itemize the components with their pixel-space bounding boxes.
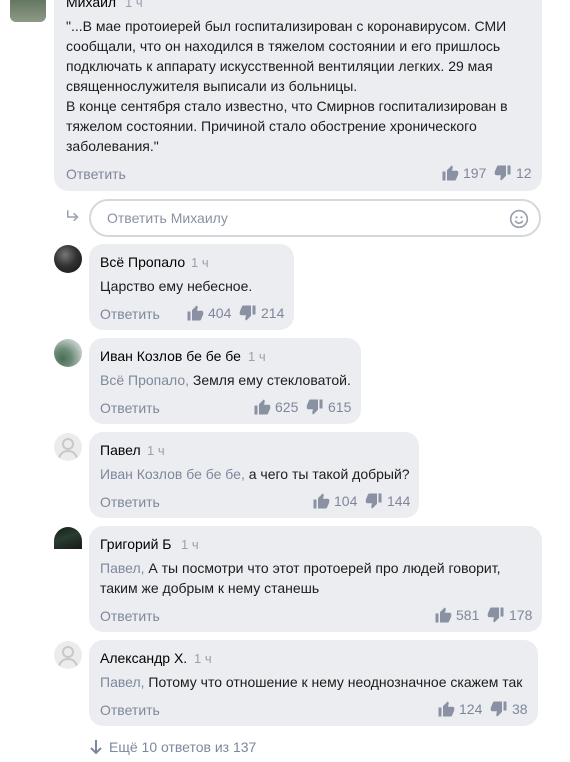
thumb-down-icon xyxy=(306,398,324,416)
dislike-count: 178 xyxy=(509,607,533,623)
reply-box[interactable] xyxy=(89,199,541,237)
comment-author[interactable]: Григорий Б xyxy=(100,536,172,552)
like-count: 625 xyxy=(275,399,299,415)
reply-to-mention[interactable]: Павел, xyxy=(100,674,145,690)
like-button[interactable]: 124 xyxy=(437,700,482,718)
comment-text: Всё Пропало, Земля ему стекловатой. xyxy=(100,370,351,390)
reply-button[interactable]: Ответить xyxy=(100,702,160,718)
user-placeholder-icon xyxy=(58,646,78,667)
thumb-down-icon xyxy=(490,700,508,718)
arrow-down-icon xyxy=(90,740,102,755)
comment-body: Потому что отношение к нему неоднозначно… xyxy=(148,674,523,690)
avatar[interactable] xyxy=(54,641,82,669)
thumb-up-icon xyxy=(437,700,455,718)
comment-author[interactable]: Павел xyxy=(100,442,141,458)
thumb-down-icon xyxy=(487,606,505,624)
comment-body: а чего ты такой добрый? xyxy=(248,466,410,482)
dislike-count: 615 xyxy=(328,399,352,415)
avatar[interactable] xyxy=(54,245,82,273)
avatar[interactable] xyxy=(54,433,82,461)
thumb-down-icon xyxy=(365,492,383,510)
comment-body: А ты посмотри что этот протоерей про люд… xyxy=(100,560,501,596)
thumb-up-icon xyxy=(186,304,204,322)
avatar[interactable] xyxy=(10,0,46,22)
comment-body: Земля ему стекловатой. xyxy=(192,372,351,388)
dislike-count: 12 xyxy=(516,165,532,181)
reply-button[interactable]: Ответить xyxy=(100,494,160,510)
like-button[interactable]: 581 xyxy=(434,606,479,624)
thumb-up-icon xyxy=(434,606,452,624)
like-count: 404 xyxy=(208,305,232,321)
like-button[interactable]: 197 xyxy=(441,164,486,182)
comment-author[interactable]: Иван Козлов бе бе бе xyxy=(100,348,241,364)
dislike-count: 144 xyxy=(387,493,411,509)
comment-time: 1 ч xyxy=(191,255,209,270)
comment-text: Павел, А ты посмотри что этот протоерей … xyxy=(100,558,532,598)
like-count: 581 xyxy=(456,607,480,623)
dislike-button[interactable]: 214 xyxy=(239,304,284,322)
like-button[interactable]: 104 xyxy=(312,492,357,510)
like-count: 124 xyxy=(459,701,483,717)
dislike-button[interactable]: 615 xyxy=(306,398,351,416)
more-replies-link[interactable]: Ещё 10 ответов из 137 xyxy=(89,739,256,755)
user-placeholder-icon xyxy=(58,438,78,459)
thumb-down-icon xyxy=(494,164,512,182)
comment-text: Павел, Потому что отношение к нему неодн… xyxy=(100,672,522,692)
comment-author[interactable]: Александр Х. xyxy=(100,650,187,666)
comment-time: 1 ч xyxy=(181,537,199,552)
reply-button[interactable]: Ответить xyxy=(100,400,160,416)
comment-text: "...В мае протоиерей был госпитализирова… xyxy=(66,18,508,154)
reply-button[interactable]: Ответить xyxy=(100,306,160,322)
thumb-up-icon xyxy=(441,164,459,182)
reply-button[interactable]: Ответить xyxy=(100,608,160,624)
reply-button[interactable]: Ответить xyxy=(66,166,126,182)
comment-time: 1 ч xyxy=(248,349,266,364)
reply-to-mention[interactable]: Иван Козлов бе бе бе, xyxy=(100,466,245,482)
like-count: 197 xyxy=(463,165,487,181)
comment-text: Царство ему небесное. xyxy=(100,278,253,294)
reply-to-mention[interactable]: Павел, xyxy=(100,560,145,576)
avatar[interactable] xyxy=(54,339,82,367)
comment-time: 1 ч xyxy=(147,443,165,458)
dislike-button[interactable]: 144 xyxy=(365,492,410,510)
avatar[interactable] xyxy=(54,527,82,549)
emoji-icon[interactable] xyxy=(509,209,529,229)
comment-author[interactable]: Всё Пропало xyxy=(100,254,185,270)
more-replies-label: Ещё 10 ответов из 137 xyxy=(109,739,257,755)
reply-input[interactable] xyxy=(105,209,499,227)
reply-to-mention[interactable]: Всё Пропало, xyxy=(100,372,189,388)
comment-time: 1 ч xyxy=(125,0,143,10)
thumb-up-icon xyxy=(253,398,271,416)
like-count: 104 xyxy=(334,493,358,509)
reply-arrow-icon xyxy=(67,210,79,222)
comment-author[interactable]: Михаил xyxy=(66,0,116,10)
comment-text: Иван Козлов бе бе бе, а чего ты такой до… xyxy=(100,464,410,484)
like-button[interactable]: 625 xyxy=(253,398,298,416)
comment-time: 1 ч xyxy=(194,651,212,666)
dislike-count: 214 xyxy=(261,305,285,321)
dislike-button[interactable]: 38 xyxy=(490,700,528,718)
dislike-button[interactable]: 12 xyxy=(494,164,532,182)
thumb-down-icon xyxy=(239,304,257,322)
like-button[interactable]: 404 xyxy=(186,304,231,322)
dislike-count: 38 xyxy=(512,701,528,717)
thumb-up-icon xyxy=(312,492,330,510)
dislike-button[interactable]: 178 xyxy=(487,606,532,624)
